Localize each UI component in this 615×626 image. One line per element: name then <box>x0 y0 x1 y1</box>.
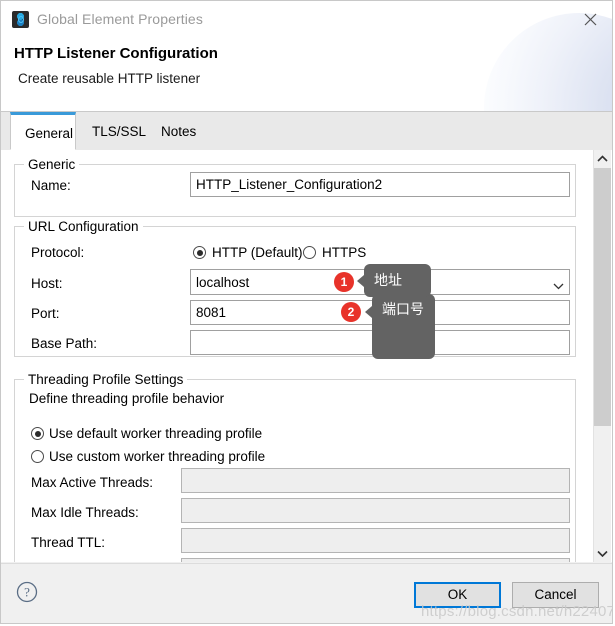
group-url-configuration-legend: URL Configuration <box>24 219 143 234</box>
protocol-label: Protocol: <box>31 245 85 260</box>
close-icon[interactable] <box>574 6 608 32</box>
thread-ttl-input[interactable] <box>181 528 570 553</box>
tab-general[interactable]: General <box>10 112 76 150</box>
annotation-box-1: 地址 <box>364 264 431 297</box>
group-generic-legend: Generic <box>24 157 80 172</box>
radio-protocol-https-label: HTTPS <box>322 245 367 260</box>
radio-protocol-http[interactable] <box>193 246 206 259</box>
radio-default-worker-profile[interactable] <box>31 427 44 440</box>
annotation-badge-2: 2 <box>341 302 361 322</box>
ok-button[interactable]: OK <box>414 582 501 608</box>
dialog-header: Global Element Properties HTTP Listener … <box>1 1 612 112</box>
max-active-threads-input[interactable] <box>181 468 570 493</box>
annotation-box-2: 端口号 <box>372 294 435 359</box>
radio-protocol-http-label: HTTP (Default) <box>212 245 303 260</box>
name-input[interactable] <box>190 172 570 197</box>
svg-text:?: ? <box>24 585 30 600</box>
group-threading-profile-legend: Threading Profile Settings <box>24 372 188 387</box>
form-content: Generic Name: URL Configuration Protocol… <box>1 150 589 562</box>
max-idle-threads-input[interactable] <box>181 498 570 523</box>
port-label: Port: <box>31 306 60 321</box>
thread-ttl-label: Thread TTL: <box>31 535 106 550</box>
chevron-up-icon[interactable] <box>594 150 611 167</box>
form-scroll-area: Generic Name: URL Configuration Protocol… <box>1 150 612 562</box>
tab-bar: General TLS/SSL Notes <box>1 112 612 151</box>
radio-default-worker-profile-label: Use default worker threading profile <box>49 426 263 441</box>
annotation-text-2: 端口号 <box>382 302 424 318</box>
page-subtitle: Create reusable HTTP listener <box>18 71 201 86</box>
vertical-scrollbar[interactable] <box>593 150 611 562</box>
annotation-tail-1 <box>357 275 364 287</box>
tab-tls-ssl[interactable]: TLS/SSL <box>78 112 146 150</box>
next-field-input-clipped[interactable] <box>181 558 570 562</box>
chevron-down-icon-scroll[interactable] <box>594 545 611 562</box>
radio-protocol-https[interactable] <box>303 246 316 259</box>
window-title: Global Element Properties <box>37 11 203 27</box>
annotation-badge-1: 1 <box>334 272 354 292</box>
max-active-threads-label: Max Active Threads: <box>31 475 154 490</box>
threading-description: Define threading profile behavior <box>29 391 225 406</box>
host-label: Host: <box>31 276 63 291</box>
radio-custom-worker-profile[interactable] <box>31 450 44 463</box>
name-label: Name: <box>31 178 71 193</box>
global-element-properties-dialog: Global Element Properties HTTP Listener … <box>0 0 613 624</box>
radio-custom-worker-profile-label: Use custom worker threading profile <box>49 449 266 464</box>
max-idle-threads-label: Max Idle Threads: <box>31 505 139 520</box>
annotation-text-1: 地址 <box>374 273 402 289</box>
title-bar: Global Element Properties <box>1 1 612 35</box>
annotation-tail-2 <box>365 306 372 318</box>
tab-notes[interactable]: Notes <box>147 112 203 150</box>
mule-app-icon <box>12 11 29 28</box>
scrollbar-thumb[interactable] <box>594 168 611 426</box>
help-question-icon[interactable]: ? <box>16 581 38 606</box>
base-path-label: Base Path: <box>31 336 98 351</box>
page-title: HTTP Listener Configuration <box>14 45 218 62</box>
cancel-button[interactable]: Cancel <box>512 582 599 608</box>
